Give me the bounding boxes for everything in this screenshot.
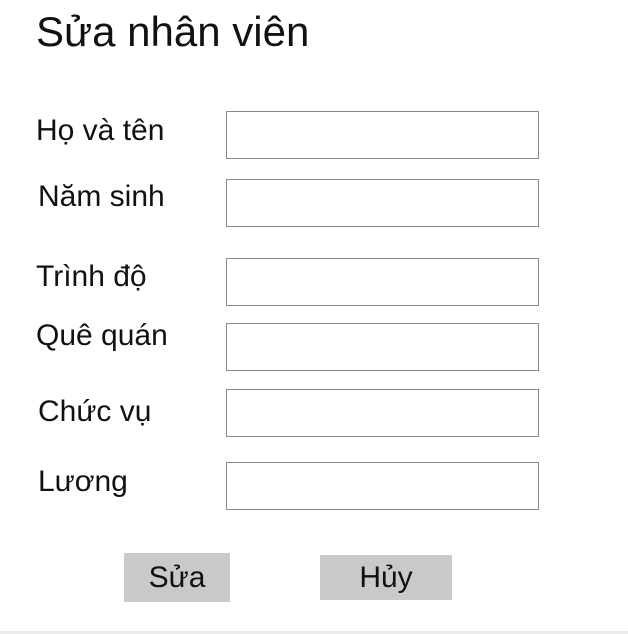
salary-label: Lương <box>38 465 128 498</box>
save-button[interactable]: Sửa <box>124 553 230 602</box>
hometown-label: Quê quán <box>36 319 168 352</box>
cancel-button[interactable]: Hủy <box>320 555 452 600</box>
salary-field[interactable] <box>226 462 539 510</box>
full-name-label: Họ và tên <box>36 114 165 147</box>
full-name-field[interactable] <box>226 111 539 159</box>
education-level-field[interactable] <box>226 258 539 306</box>
birth-year-field[interactable] <box>226 179 539 227</box>
page-title: Sửa nhân viên <box>36 8 310 55</box>
education-level-label: Trình độ <box>36 260 147 293</box>
birth-year-label: Năm sinh <box>38 180 165 213</box>
position-label: Chức vụ <box>38 395 152 428</box>
hometown-field[interactable] <box>226 323 539 371</box>
position-field[interactable] <box>226 389 539 437</box>
